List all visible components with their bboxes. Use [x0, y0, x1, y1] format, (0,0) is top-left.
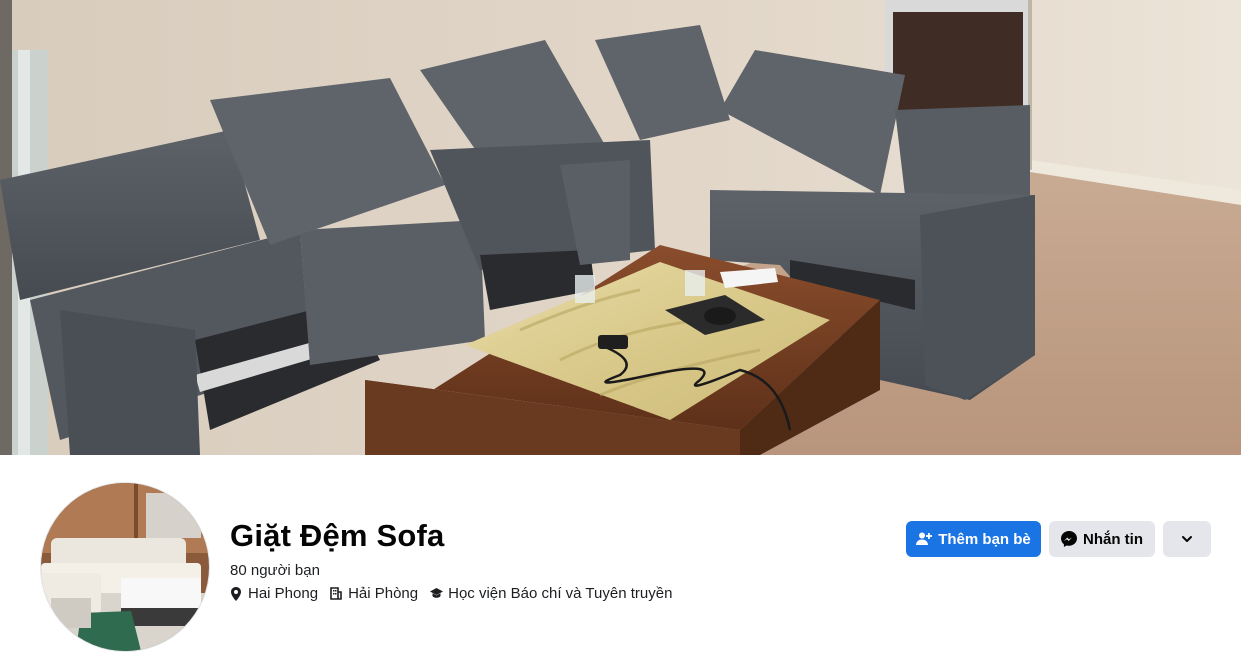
profile-avatar[interactable]	[41, 483, 209, 651]
detail-location-text: Hai Phong	[248, 585, 319, 602]
profile-details: Hai Phong Hải Phòng Học viện Báo chí và …	[230, 585, 684, 602]
add-friend-label: Thêm bạn bè	[938, 530, 1031, 548]
message-label: Nhắn tin	[1083, 530, 1143, 548]
location-pin-icon	[230, 586, 244, 602]
chevron-down-icon	[1181, 535, 1193, 543]
more-options-button[interactable]	[1163, 521, 1211, 557]
detail-hometown-text: Hải Phòng	[348, 585, 419, 602]
add-friend-icon	[916, 531, 933, 547]
detail-education-text: Học viện Báo chí và Tuyên truyền	[448, 585, 673, 602]
detail-education: Học viện Báo chí và Tuyên truyền	[430, 585, 672, 602]
detail-hometown: Hải Phòng	[330, 585, 418, 602]
messenger-icon	[1061, 531, 1077, 547]
cover-photo[interactable]	[0, 0, 1241, 455]
profile-name: Giặt Đệm Sofa	[230, 518, 445, 553]
detail-location: Hai Phong	[230, 585, 318, 602]
graduation-cap-icon	[430, 586, 444, 602]
building-icon	[330, 586, 344, 602]
message-button[interactable]: Nhắn tin	[1049, 521, 1155, 557]
friends-count-link[interactable]: 80 người bạn	[230, 562, 320, 579]
add-friend-button[interactable]: Thêm bạn bè	[906, 521, 1041, 557]
